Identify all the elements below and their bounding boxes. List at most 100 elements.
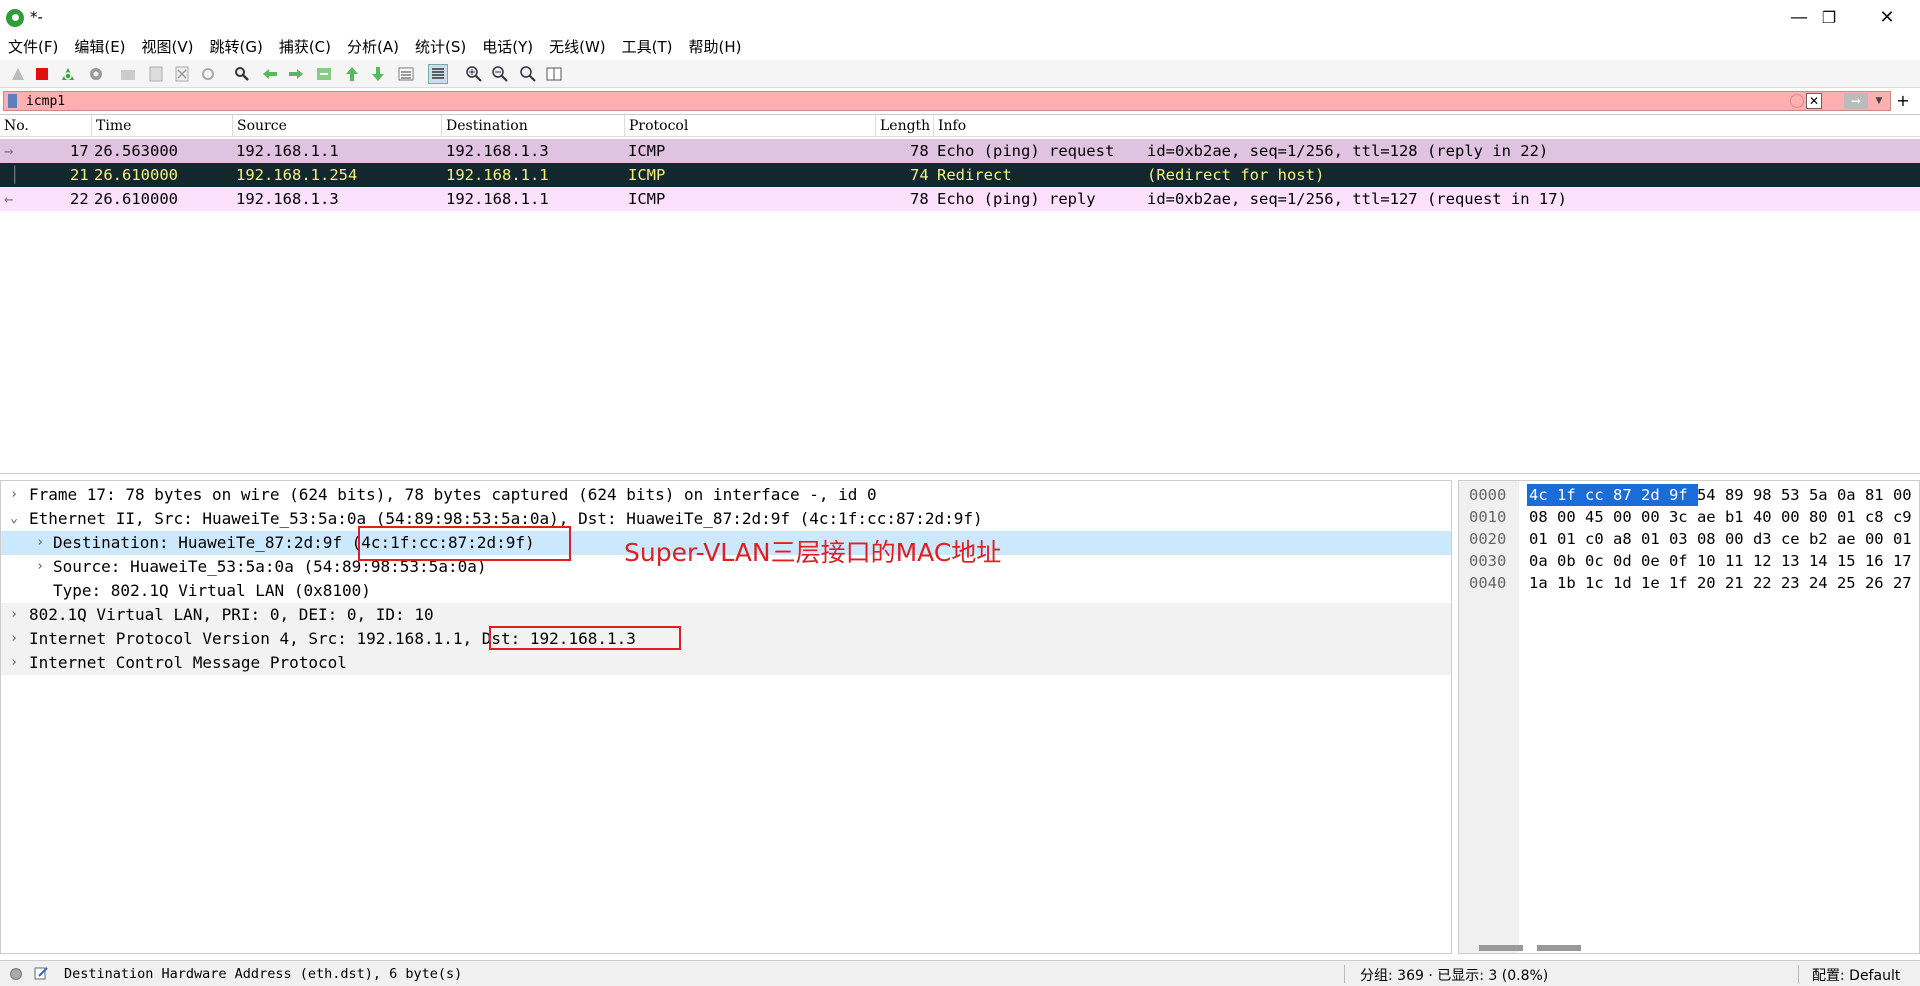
apply-filter-arrow-icon[interactable]: ➞ <box>1844 93 1868 109</box>
packet-row[interactable]: ← 22 26.610000 192.168.1.3 192.168.1.1 I… <box>0 187 1920 211</box>
expand-arrow-icon[interactable]: › <box>33 531 47 555</box>
column-protocol[interactable]: Protocol <box>625 115 876 137</box>
column-info[interactable]: Info <box>934 115 1920 137</box>
close-button[interactable]: ✕ <box>1858 0 1916 36</box>
colorize-icon[interactable] <box>428 64 448 84</box>
hex-scrollbar-thumb[interactable] <box>1479 945 1523 951</box>
request-arrow-icon: → <box>4 142 14 160</box>
packet-time: 26.610000 <box>94 166 178 184</box>
hex-row[interactable]: 0040 1a 1b 1c 1d 1e 1f 20 21 22 23 24 25… <box>1459 572 1919 594</box>
close-filter-icon[interactable]: ✕ <box>1806 93 1822 109</box>
hex-bytes: 01 01 c0 a8 01 03 08 00 d3 ce b2 ae 00 0… <box>1529 530 1920 548</box>
resize-columns-icon[interactable] <box>544 64 564 84</box>
go-forward-icon[interactable] <box>286 64 306 84</box>
status-field-info: Destination Hardware Address (eth.dst), … <box>64 966 463 982</box>
reload-file-icon[interactable] <box>198 64 218 84</box>
packet-no: 17 <box>70 142 89 160</box>
column-destination[interactable]: Destination <box>442 115 625 137</box>
maximize-button[interactable]: ❐ <box>1800 0 1858 36</box>
auto-scroll-icon[interactable] <box>396 64 416 84</box>
expert-info-led-icon[interactable] <box>10 968 22 980</box>
column-source[interactable]: Source <box>233 115 442 137</box>
annotation-text: Super-VLAN三层接口的MAC地址 <box>624 538 1002 567</box>
close-file-icon[interactable] <box>172 64 192 84</box>
hex-row[interactable]: 0000 4c 1f cc 87 2d 9f 54 89 98 53 5a 0a… <box>1459 484 1920 506</box>
save-file-icon[interactable] <box>146 64 166 84</box>
zoom-in-icon[interactable] <box>464 64 484 84</box>
open-file-icon[interactable] <box>118 64 138 84</box>
go-first-icon[interactable] <box>342 64 362 84</box>
packet-time: 26.563000 <box>94 142 178 160</box>
menu-file[interactable]: 文件(F) <box>0 36 66 60</box>
menu-edit[interactable]: 编辑(E) <box>66 36 133 60</box>
menu-statistics[interactable]: 统计(S) <box>407 36 474 60</box>
expand-arrow-icon[interactable]: › <box>7 651 21 675</box>
packet-info-detail: id=0xb2ae, seq=1/256, ttl=128 (reply in … <box>1147 142 1549 160</box>
column-no[interactable]: No. <box>0 115 92 137</box>
main-toolbar <box>0 60 1920 88</box>
hex-row[interactable]: 0010 08 00 45 00 00 3c ae b1 40 00 80 01… <box>1459 506 1920 528</box>
tree-item-ethernet[interactable]: ⌄ Ethernet II, Src: HuaweiTe_53:5a:0a (5… <box>1 507 1451 531</box>
menu-analyze[interactable]: 分析(A) <box>339 36 407 60</box>
expand-arrow-icon[interactable]: › <box>7 603 21 627</box>
hex-row[interactable]: 0030 0a 0b 0c 0d 0e 0f 10 11 12 13 14 15… <box>1459 550 1920 572</box>
zoom-normal-icon[interactable] <box>518 64 538 84</box>
column-time[interactable]: Time <box>92 115 233 137</box>
menu-telephony[interactable]: 电话(Y) <box>474 36 541 60</box>
expand-arrow-icon[interactable]: › <box>7 483 21 507</box>
status-bar: Destination Hardware Address (eth.dst), … <box>0 960 1920 986</box>
capture-options-icon[interactable] <box>86 64 106 84</box>
bookmark-icon[interactable] <box>8 94 17 108</box>
display-filter-bar: ✕ ➞ ▼ + <box>0 89 1920 113</box>
packet-row[interactable]: → 17 26.563000 192.168.1.1 192.168.1.3 I… <box>0 139 1920 163</box>
packet-info-type: Echo (ping) request <box>937 142 1115 160</box>
menu-bar: 文件(F) 编辑(E) 视图(V) 跳转(G) 捕获(C) 分析(A) 统计(S… <box>0 36 1920 60</box>
tree-item-eth-type[interactable]: Type: 802.1Q Virtual LAN (0x8100) <box>1 579 1451 603</box>
expand-arrow-icon[interactable]: › <box>33 555 47 579</box>
stop-capture-icon[interactable] <box>32 64 52 84</box>
status-profile[interactable]: 配置: Default <box>1812 965 1900 985</box>
menu-help[interactable]: 帮助(H) <box>681 36 750 60</box>
go-back-icon[interactable] <box>260 64 280 84</box>
go-last-icon[interactable] <box>368 64 388 84</box>
add-filter-button[interactable]: + <box>1893 91 1913 111</box>
go-to-packet-icon[interactable] <box>314 64 334 84</box>
packet-bytes-pane: 0000 4c 1f cc 87 2d 9f 54 89 98 53 5a 0a… <box>1458 480 1920 954</box>
hex-scrollbar-thumb[interactable] <box>1537 945 1581 951</box>
tree-item-vlan[interactable]: › 802.1Q Virtual LAN, PRI: 0, DEI: 0, ID… <box>1 603 1451 627</box>
packet-length: 74 <box>910 166 929 184</box>
capture-comment-icon[interactable] <box>33 965 49 981</box>
menu-capture[interactable]: 捕获(C) <box>271 36 339 60</box>
collapse-arrow-icon[interactable]: ⌄ <box>7 507 21 531</box>
hex-bytes: 1a 1b 1c 1d 1e 1f 20 21 22 23 24 25 26 2… <box>1529 574 1912 592</box>
tree-item-icmp[interactable]: › Internet Control Message Protocol <box>1 651 1451 675</box>
menu-tools[interactable]: 工具(T) <box>614 36 681 60</box>
restart-capture-icon[interactable] <box>58 64 78 84</box>
clear-filter-icon[interactable] <box>1790 94 1804 108</box>
hex-bytes: 08 00 45 00 00 3c ae b1 40 00 80 01 c8 c… <box>1529 508 1920 526</box>
packet-list-header: No. Time Source Destination Protocol Len… <box>0 115 1920 137</box>
packet-info-detail: (Redirect for host) <box>1147 166 1325 184</box>
display-filter-box: ✕ ➞ ▼ <box>3 91 1891 111</box>
status-separator <box>1798 965 1799 983</box>
packet-info-detail: id=0xb2ae, seq=1/256, ttl=127 (request i… <box>1147 190 1567 208</box>
hex-offset: 0000 <box>1469 486 1507 504</box>
packet-row-selected[interactable]: │ 21 26.610000 192.168.1.254 192.168.1.1… <box>0 163 1920 187</box>
find-packet-icon[interactable] <box>232 64 252 84</box>
tree-item-ipv4[interactable]: › Internet Protocol Version 4, Src: 192.… <box>1 627 1451 651</box>
expand-arrow-icon[interactable]: › <box>7 627 21 651</box>
packet-info-type: Redirect <box>937 166 1012 184</box>
menu-go[interactable]: 跳转(G) <box>202 36 271 60</box>
zoom-out-icon[interactable] <box>490 64 510 84</box>
menu-view[interactable]: 视图(V) <box>134 36 202 60</box>
hex-row[interactable]: 0020 01 01 c0 a8 01 03 08 00 d3 ce b2 ae… <box>1459 528 1920 550</box>
filter-dropdown-icon[interactable]: ▼ <box>1872 93 1886 109</box>
display-filter-input[interactable] <box>26 93 1576 109</box>
menu-wireless[interactable]: 无线(W) <box>541 36 614 60</box>
shark-fin-icon[interactable] <box>8 64 28 84</box>
hex-bytes-selected: 4c 1f cc 87 2d 9f <box>1529 486 1688 504</box>
packet-destination: 192.168.1.1 <box>446 190 549 208</box>
related-line-icon: │ <box>10 166 20 184</box>
column-length[interactable]: Length <box>876 115 934 137</box>
tree-item-frame[interactable]: › Frame 17: 78 bytes on wire (624 bits),… <box>1 483 1451 507</box>
